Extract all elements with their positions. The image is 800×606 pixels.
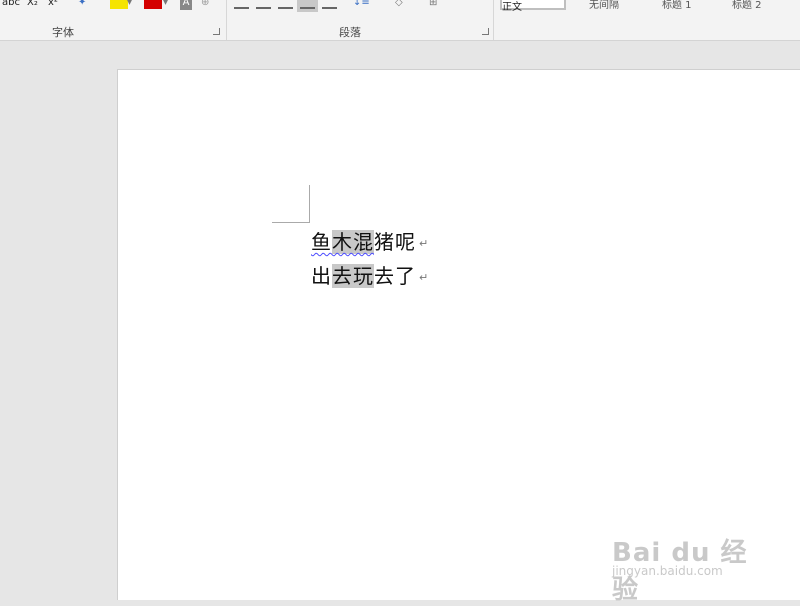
shading-icon[interactable]: ◇ (395, 0, 403, 10)
line-1-text-end: 猪呢 (374, 230, 416, 254)
distribute-icon[interactable] (322, 0, 337, 9)
line-2-text: 出 (311, 264, 332, 288)
style-heading-1[interactable]: 标题 1 (662, 0, 692, 11)
font-group: abc X₂ x² ✦ ▾ ▾ A ⊕ 字体 (0, 0, 226, 40)
paragraph-dialog-launcher-icon[interactable] (482, 28, 489, 35)
line-spacing-icon[interactable]: ↕≡ (353, 0, 370, 10)
margin-corner-mark (309, 185, 310, 223)
enclose-char-icon[interactable]: ⊕ (201, 0, 209, 10)
strikethrough-button[interactable]: abc (2, 0, 20, 10)
style-no-spacing[interactable]: 无间隔 (589, 0, 619, 11)
document-page[interactable]: 鱼木混猪呢 ↵ 出去玩去了 ↵ (117, 69, 800, 600)
superscript-button[interactable]: x² (48, 0, 58, 10)
style-normal[interactable]: 正文 (500, 0, 566, 13)
line-1-selected-text[interactable]: 木混 (332, 230, 374, 254)
font-color-icon[interactable] (144, 0, 162, 9)
text-line-1[interactable]: 鱼木混猪呢 ↵ (311, 226, 429, 255)
highlight-dropdown-icon[interactable]: ▾ (127, 0, 132, 10)
align-left-icon[interactable] (234, 0, 249, 9)
text-effects-icon[interactable]: ✦ (78, 0, 86, 10)
font-color-dropdown-icon[interactable]: ▾ (163, 0, 168, 10)
text-line-2[interactable]: 出去玩去了 ↵ (311, 260, 429, 289)
line-2-selected-text[interactable]: 去玩 (332, 264, 374, 288)
line-2-text-end: 去了 (374, 264, 416, 288)
align-right-icon[interactable] (278, 0, 293, 9)
paragraph-group: ↕≡ ◇ ⊞ 段落 (227, 0, 493, 40)
document-area[interactable]: 鱼木混猪呢 ↵ 出去玩去了 ↵ (0, 41, 800, 600)
paragraph-group-label: 段落 (339, 26, 361, 39)
subscript-button[interactable]: X₂ (27, 0, 38, 10)
margin-corner-mark (272, 222, 309, 223)
line-1-text: 鱼 (311, 230, 332, 254)
ribbon: abc X₂ x² ✦ ▾ ▾ A ⊕ 字体 ↕≡ ◇ ⊞ 段落 正文 无间隔 … (0, 0, 800, 41)
paragraph-mark-icon: ↵ (419, 271, 430, 284)
justify-icon[interactable] (297, 0, 318, 12)
align-center-icon[interactable] (256, 0, 271, 9)
style-heading-2[interactable]: 标题 2 (732, 0, 762, 11)
borders-icon[interactable]: ⊞ (429, 0, 437, 10)
highlight-color-icon[interactable] (110, 0, 128, 9)
char-shading-icon[interactable]: A (180, 0, 192, 10)
font-dialog-launcher-icon[interactable] (213, 28, 220, 35)
paragraph-mark-icon: ↵ (419, 237, 430, 250)
styles-group: 正文 无间隔 标题 1 标题 2 (494, 0, 800, 40)
font-group-label: 字体 (52, 26, 74, 39)
